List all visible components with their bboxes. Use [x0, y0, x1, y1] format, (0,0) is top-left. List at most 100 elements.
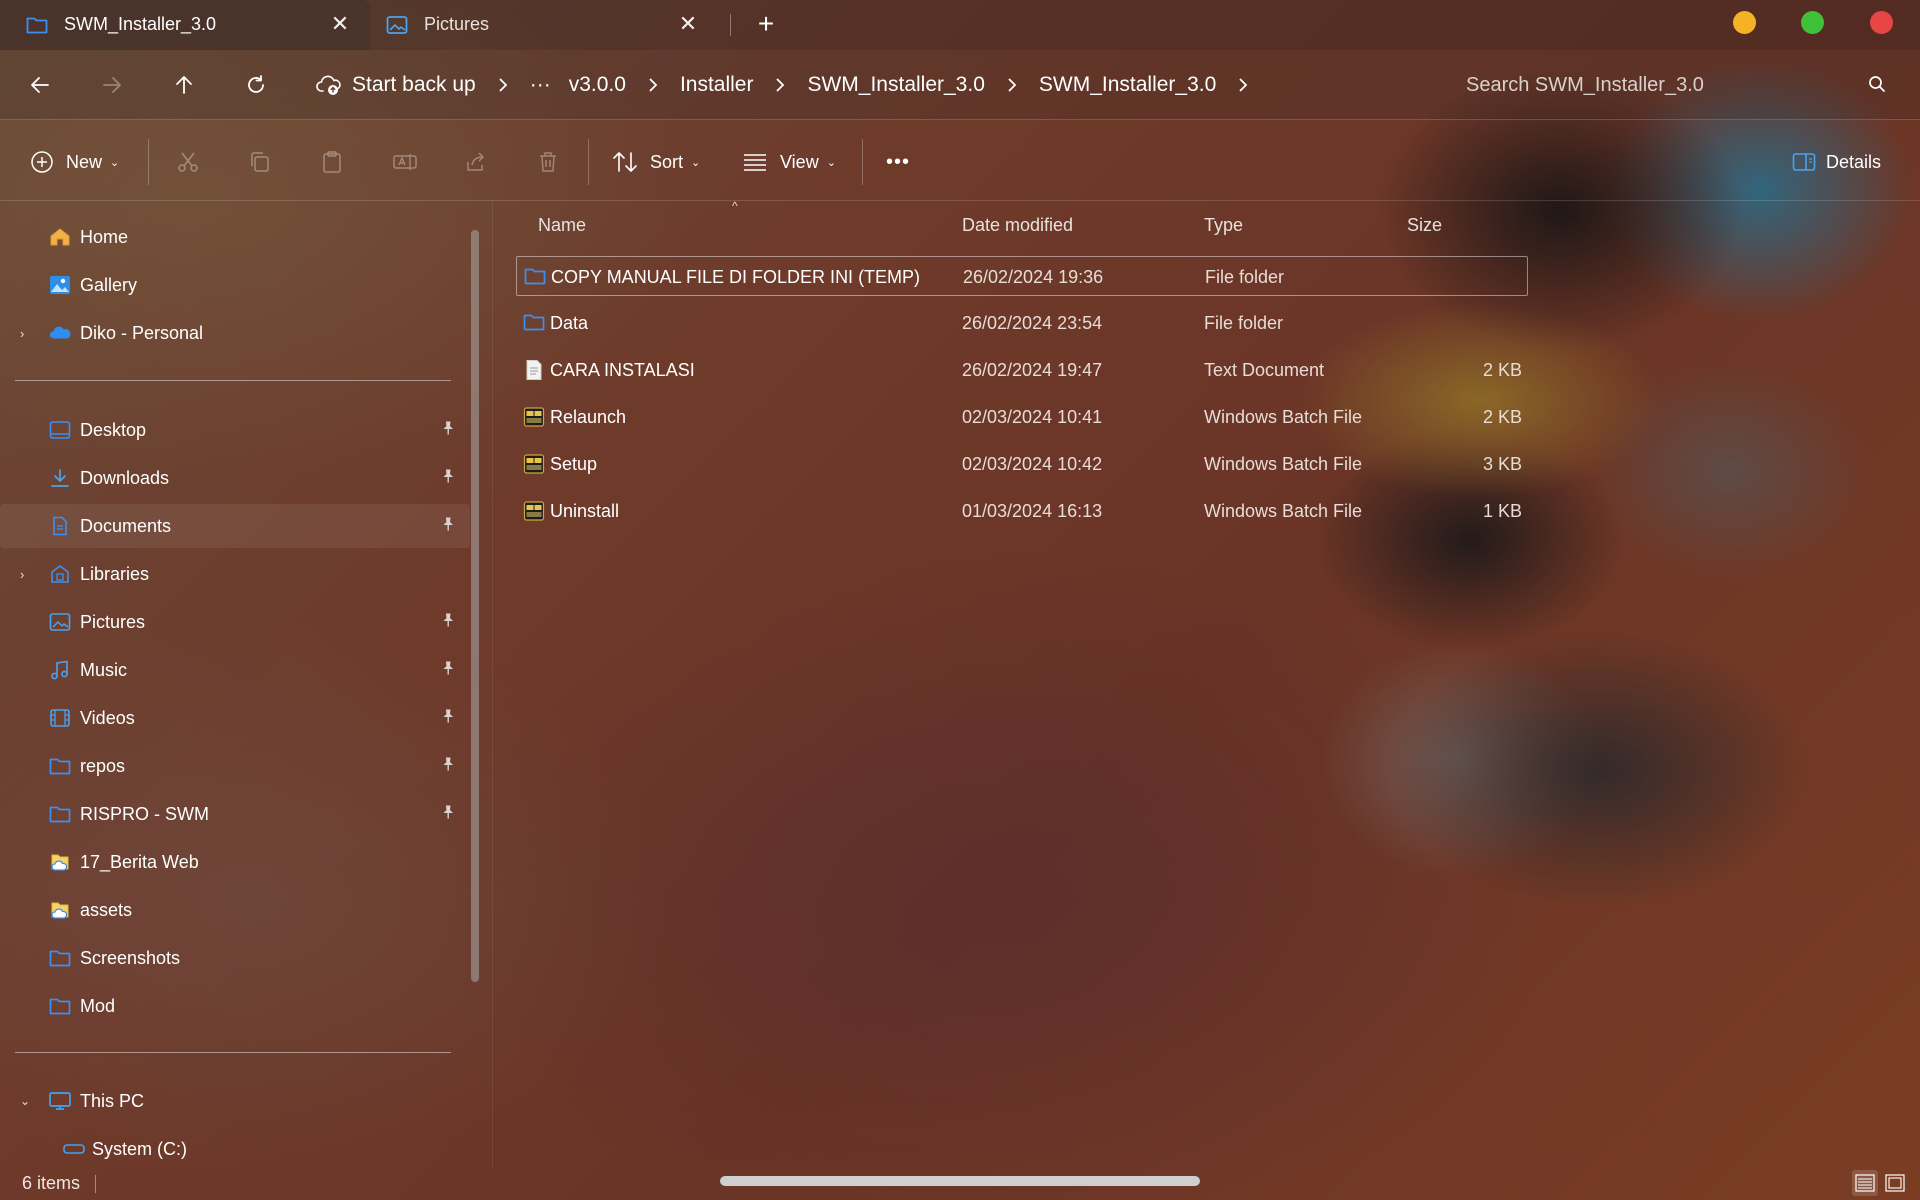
sort-button[interactable]: Sort ⌄: [612, 145, 700, 179]
chevron-right-icon: [775, 78, 785, 92]
maximize-button[interactable]: [1801, 11, 1824, 34]
view-button-label: View: [780, 151, 819, 172]
sidebar-item-onedrive[interactable]: › Diko - Personal: [0, 311, 470, 355]
file-type: File folder: [1204, 313, 1284, 333]
sidebar-item-downloads[interactable]: Downloads: [0, 456, 470, 500]
new-button[interactable]: New ⌄: [30, 145, 119, 179]
share-button[interactable]: [464, 145, 488, 179]
sidebar-item-label: Desktop: [80, 419, 147, 440]
sidebar-item-rispro-swm[interactable]: RISPRO - SWM: [0, 792, 470, 836]
chevron-right-icon: [498, 78, 508, 92]
videos-icon: [49, 708, 71, 728]
details-pane-button[interactable]: Details: [1792, 145, 1881, 179]
navigation-pane: Home Gallery › Diko - Personal Desktop Do…: [0, 202, 480, 1168]
sidebar-item-repos[interactable]: repos: [0, 744, 470, 788]
file-row[interactable]: CARA INSTALASI 26/02/2024 19:47 Text Docum…: [516, 350, 1528, 390]
chevron-right-icon[interactable]: ›: [20, 567, 24, 582]
sidebar-item-assets[interactable]: assets: [0, 888, 470, 932]
sidebar-item-screenshots[interactable]: Screenshots: [0, 936, 470, 980]
more-options-button[interactable]: •••: [886, 145, 910, 179]
file-name: Uninstall: [550, 501, 620, 521]
file-date-modified: 26/02/2024 19:36: [963, 267, 1104, 287]
tab-label: Pictures: [424, 14, 490, 34]
copy-button[interactable]: [248, 145, 272, 179]
file-row[interactable]: Relaunch 02/03/2024 10:41 Windows Batch Fi…: [516, 397, 1528, 437]
batch-file-icon: [523, 453, 545, 475]
folder-icon: [523, 312, 545, 334]
tab-pictures[interactable]: Pictures ✕: [378, 0, 718, 50]
computer-icon: [49, 1091, 71, 1111]
close-window-button[interactable]: [1870, 11, 1893, 34]
sidebar-item-music[interactable]: Music: [0, 648, 470, 692]
sidebar-item-label: Videos: [80, 707, 135, 728]
desktop-icon: [49, 420, 71, 440]
file-row[interactable]: Data 26/02/2024 23:54 File folder: [516, 303, 1528, 343]
pin-icon: [440, 612, 456, 633]
music-icon: [49, 660, 71, 680]
file-row[interactable]: Setup 02/03/2024 10:42 Windows Batch File 3…: [516, 444, 1528, 484]
chevron-right-icon[interactable]: [1238, 78, 1248, 92]
refresh-button[interactable]: [238, 67, 274, 103]
breadcrumb-item-swm-installer[interactable]: SWM_Installer_3.0: [807, 73, 984, 97]
libraries-icon: [49, 564, 71, 584]
chevron-right-icon: [1007, 78, 1017, 92]
sidebar-item-label: Home: [80, 226, 129, 247]
sidebar-item-17-berita-web[interactable]: 17_Berita Web: [0, 840, 470, 884]
sidebar-item-this-pc[interactable]: ⌄ This PC: [0, 1079, 470, 1123]
share-icon: [467, 152, 485, 171]
search-input[interactable]: Search SWM_Installer_3.0: [1440, 64, 1900, 106]
breadcrumb-item-installer[interactable]: Installer: [680, 73, 754, 97]
forward-button[interactable]: [94, 67, 130, 103]
close-tab-icon[interactable]: ✕: [328, 12, 352, 36]
breadcrumb-item-v3[interactable]: v3.0.0: [569, 73, 626, 97]
command-bar: New ⌄ Sort ⌄ View ⌄ ••• Details: [0, 121, 1920, 201]
minimize-button[interactable]: [1733, 11, 1756, 34]
large-icons-view-toggle[interactable]: [1882, 1170, 1908, 1196]
sidebar-item-documents[interactable]: Documents: [0, 504, 470, 548]
search-icon: [1868, 75, 1886, 98]
up-button[interactable]: [166, 67, 202, 103]
column-header-size[interactable]: Size: [1407, 215, 1442, 236]
pin-icon: [440, 756, 456, 777]
start-backup-button[interactable]: Start back up: [352, 73, 476, 97]
breadcrumb-item-swm-installer-current[interactable]: SWM_Installer_3.0: [1039, 73, 1216, 97]
breadcrumb-overflow-button[interactable]: ···: [530, 73, 551, 97]
back-button[interactable]: [22, 67, 58, 103]
view-button[interactable]: View ⌄: [742, 145, 836, 179]
close-tab-icon[interactable]: ✕: [676, 12, 700, 36]
folder-icon: [49, 948, 71, 968]
sidebar-scrollbar[interactable]: [471, 230, 479, 982]
chevron-down-icon[interactable]: ⌄: [20, 1094, 30, 1108]
pictures-icon: [386, 15, 408, 35]
column-header-type[interactable]: Type: [1204, 215, 1243, 236]
sidebar-item-libraries[interactable]: › Libraries: [0, 552, 470, 596]
pin-icon: [440, 468, 456, 489]
file-row[interactable]: Uninstall 01/03/2024 16:13 Windows Batch F…: [516, 491, 1528, 531]
sidebar-item-mod[interactable]: Mod: [0, 984, 470, 1028]
file-name: Data: [550, 313, 589, 333]
arrow-up-icon: [176, 76, 192, 94]
delete-button[interactable]: [536, 145, 560, 179]
column-header-date[interactable]: Date modified: [962, 215, 1073, 236]
sidebar-item-system-drive[interactable]: System (C:): [0, 1127, 470, 1171]
rename-button[interactable]: [392, 145, 418, 179]
home-icon: [49, 227, 71, 247]
horizontal-scrollbar[interactable]: [720, 1176, 1200, 1186]
sidebar-item-gallery[interactable]: Gallery: [0, 263, 470, 307]
file-row[interactable]: COPY MANUAL FILE DI FOLDER INI (TEMP) 26/…: [516, 256, 1528, 296]
sidebar-item-videos[interactable]: Videos: [0, 696, 470, 740]
sidebar-item-pictures[interactable]: Pictures: [0, 600, 470, 644]
new-tab-button[interactable]: +: [752, 10, 780, 40]
cut-button[interactable]: [176, 145, 200, 179]
paste-button[interactable]: [320, 145, 344, 179]
text-document-icon: [523, 359, 545, 381]
details-view-toggle[interactable]: [1852, 1170, 1878, 1196]
pane-divider[interactable]: [492, 202, 493, 1168]
sidebar-divider: [15, 380, 451, 381]
sidebar-item-desktop[interactable]: Desktop: [0, 408, 470, 452]
refresh-icon: [248, 75, 264, 93]
tab-swm-installer[interactable]: SWM_Installer_3.0 ✕: [0, 0, 370, 50]
sidebar-item-home[interactable]: Home: [0, 215, 470, 259]
column-header-name[interactable]: Name: [538, 215, 586, 236]
chevron-right-icon[interactable]: ›: [20, 326, 24, 341]
